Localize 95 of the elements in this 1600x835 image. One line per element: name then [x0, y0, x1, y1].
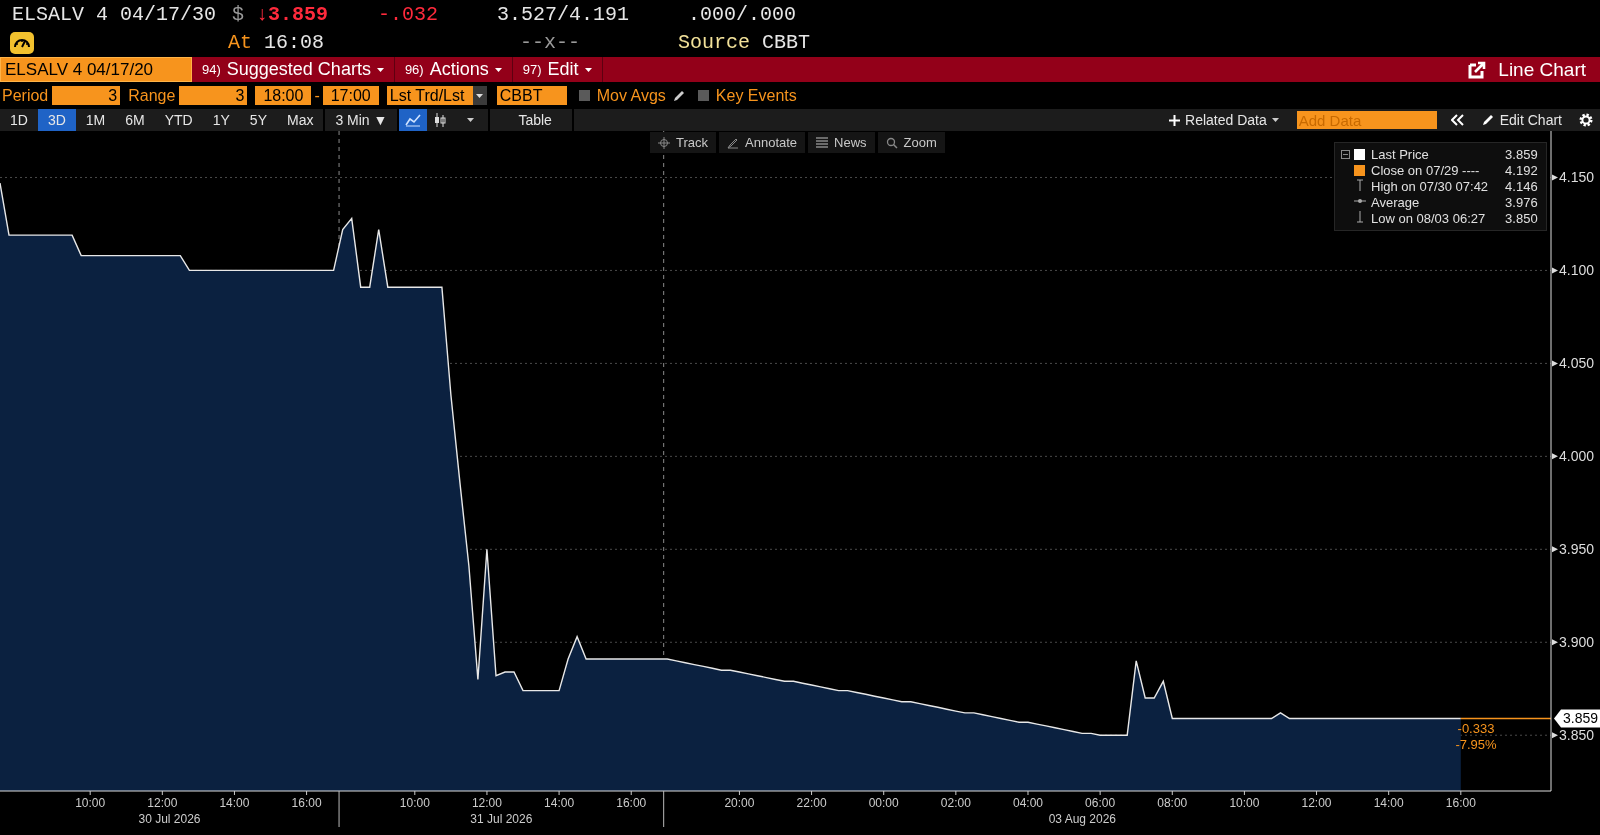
y-axis-label: 4.100	[1559, 262, 1595, 279]
period-field[interactable]: 3	[52, 86, 121, 105]
quote-time: 16:08	[264, 31, 325, 54]
start-time-field[interactable]: 18:00	[255, 86, 312, 105]
x-axis-label: 08:00	[1157, 796, 1188, 810]
caret-icon	[1271, 118, 1279, 122]
x-axis-label: 16:00	[616, 796, 647, 810]
legend-value: 3.850	[1504, 211, 1538, 226]
date-label: 03 Aug 2026	[1048, 812, 1117, 826]
pencil-icon	[1480, 113, 1495, 127]
currency-symbol: $	[232, 2, 245, 26]
source-field[interactable]: CBBT	[496, 86, 567, 105]
x-axis-label: 10:00	[75, 796, 106, 810]
line-chart-icon	[405, 113, 422, 127]
option-label: Mov Avgs	[596, 86, 666, 105]
double-chevron-icon	[1450, 114, 1465, 126]
legend-label: Low on 08/03 06:27	[1371, 211, 1487, 226]
y-axis-label: 3.850	[1559, 727, 1595, 744]
percent-change: -7.95%	[1455, 737, 1497, 753]
size-ratio: --x--	[520, 31, 580, 54]
high-marker-icon	[1354, 179, 1366, 191]
date-label: 30 Jul 2026	[138, 812, 201, 826]
range-separator: -	[314, 86, 320, 105]
x-axis-label: 12:00	[147, 796, 178, 810]
x-axis-label: 14:00	[1373, 796, 1404, 810]
last-price: ↓3.859	[256, 2, 329, 26]
legend-label: Average	[1371, 195, 1421, 210]
x-axis-label: 10:00	[1229, 796, 1260, 810]
source-label: Source	[678, 31, 750, 54]
security-ticker: ELSALV 4 04/17/30	[12, 2, 218, 26]
x-axis-label: 20:00	[724, 796, 755, 810]
chart-tool-button[interactable]: Zoom	[877, 132, 945, 153]
range-label: Range	[128, 86, 176, 105]
caret-icon	[494, 67, 502, 72]
external-link-icon	[1468, 60, 1487, 79]
list-icon	[816, 137, 829, 148]
caret-icon	[467, 118, 475, 122]
y-axis-label: 4.000	[1559, 448, 1595, 465]
time-label: At	[228, 31, 252, 54]
x-axis-label: 06:00	[1085, 796, 1116, 810]
legend-value: 4.192	[1504, 163, 1538, 178]
chart-tool-button[interactable]: News	[808, 132, 875, 153]
y-axis-label: 4.050	[1559, 355, 1595, 372]
settings-icon	[1578, 112, 1594, 128]
date-label: 31 Jul 2026	[470, 812, 533, 826]
end-time-field[interactable]: 17:00	[322, 86, 379, 105]
chart-type-button[interactable]	[399, 109, 428, 131]
option-label: Key Events	[715, 86, 797, 105]
source-value: CBBT	[762, 31, 811, 54]
range-field[interactable]: 3	[179, 86, 248, 105]
x-axis-label: 04:00	[1012, 796, 1043, 810]
legend-value: 4.146	[1504, 179, 1538, 194]
x-axis-label: 00:00	[868, 796, 899, 810]
market-field[interactable]: Lst Trd/Lst	[386, 86, 473, 105]
legend-value: 3.859	[1504, 147, 1538, 162]
x-axis-label: 02:00	[940, 796, 971, 810]
legend-label: High on 07/30 07:42	[1371, 179, 1489, 194]
checkbox[interactable]	[578, 90, 590, 101]
chart-tool-button[interactable]: Annotate	[719, 132, 806, 153]
chart-tool-button[interactable]: Track	[650, 132, 717, 153]
price-change: -.032	[378, 2, 439, 26]
x-axis-label: 14:00	[544, 796, 575, 810]
pencil-icon	[727, 136, 740, 149]
net-change: -0.333	[1457, 721, 1495, 737]
last-price-tag: 3.859	[1554, 709, 1600, 728]
y-axis-label: 3.900	[1559, 634, 1595, 651]
y-axis-label: 4.150	[1559, 169, 1595, 186]
range-tab[interactable]: 3D	[37, 109, 76, 131]
low-marker-icon	[1354, 211, 1366, 223]
pencil-icon	[671, 88, 686, 103]
caret-icon	[584, 67, 592, 72]
x-axis-label: 12:00	[1301, 796, 1332, 810]
checkbox[interactable]	[697, 90, 709, 101]
candlestick-icon	[433, 113, 448, 127]
plus-icon	[1169, 114, 1181, 126]
bid-ask: 3.527/4.191	[497, 2, 631, 26]
caret-icon	[476, 93, 484, 98]
bid-ask-sizes: .000/.000	[688, 2, 797, 26]
legend-value: 3.976	[1504, 195, 1538, 210]
collapse-icon	[1341, 150, 1350, 159]
legend-label: Close on 07/29 ----	[1371, 163, 1481, 178]
x-axis-label: 10:00	[399, 796, 430, 810]
x-axis-label: 14:00	[219, 796, 250, 810]
search-icon	[885, 136, 898, 149]
security-field[interactable]: ELSALV 4 04/17/20	[0, 57, 192, 82]
legend-label: Last Price	[1371, 147, 1430, 162]
y-axis-label: 3.950	[1559, 541, 1595, 558]
x-axis-label: 16:00	[291, 796, 322, 810]
gauge-icon	[10, 31, 34, 54]
x-axis-label: 16:00	[1445, 796, 1476, 810]
crosshair-icon	[658, 136, 670, 149]
period-label: Period	[2, 86, 49, 105]
x-axis-label: 22:00	[796, 796, 827, 810]
caret-icon	[376, 67, 384, 72]
x-axis-label: 12:00	[471, 796, 502, 810]
